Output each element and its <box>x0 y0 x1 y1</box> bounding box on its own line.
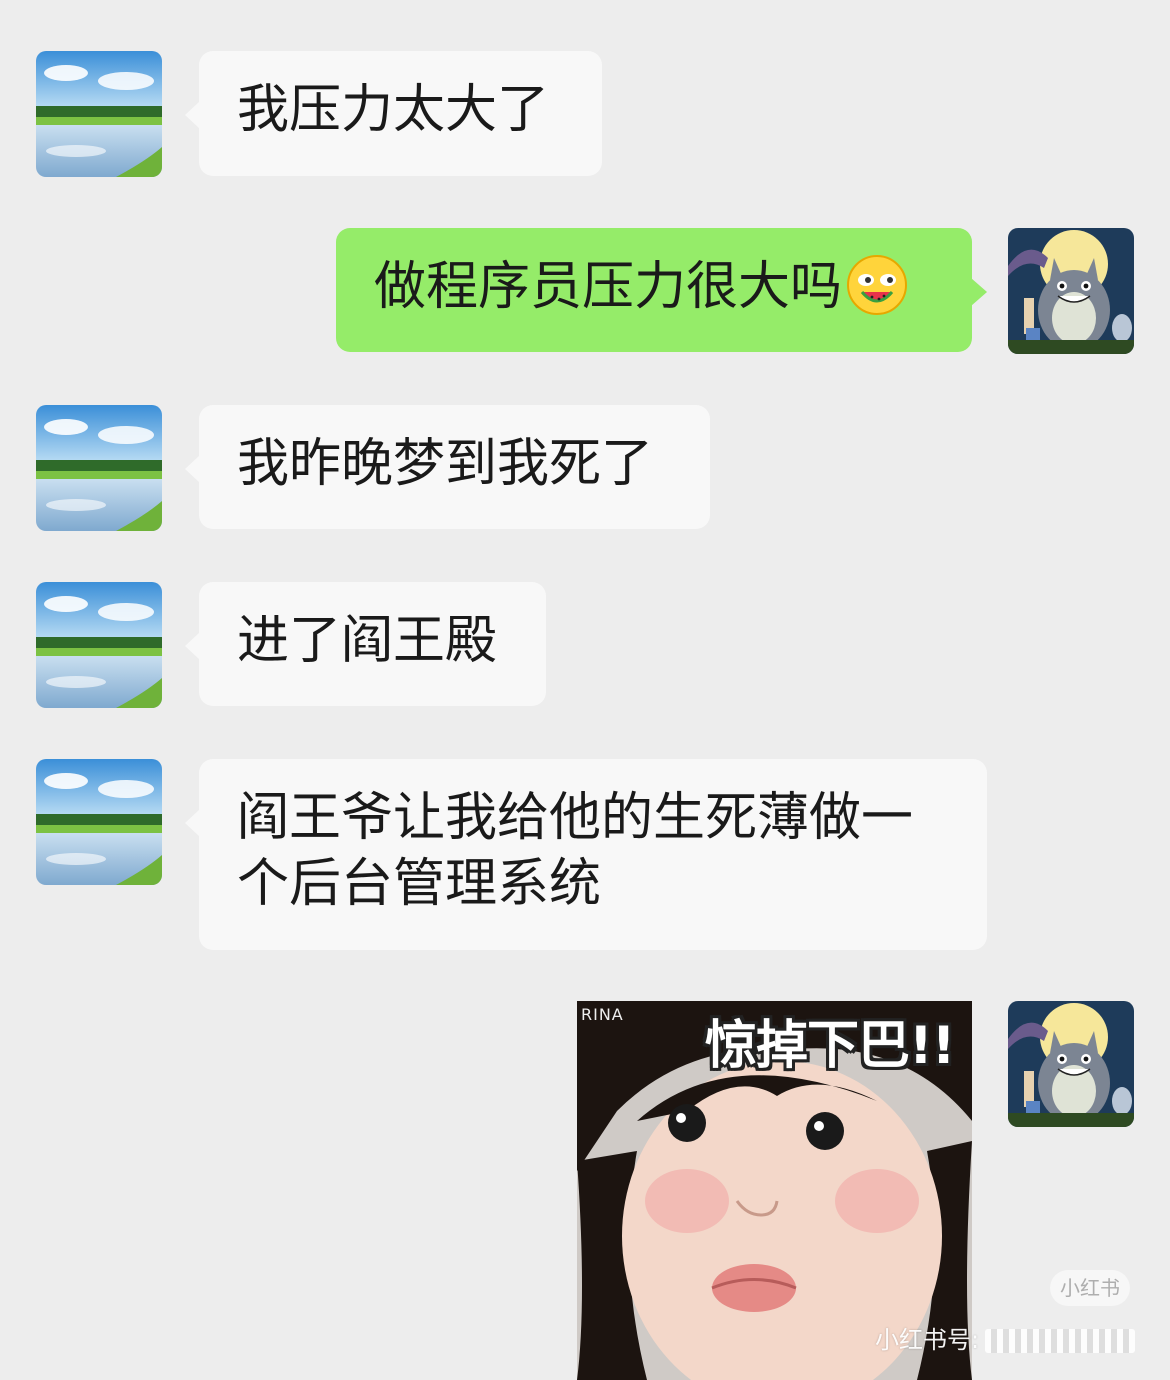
watermelon-eating-face-icon <box>847 255 908 315</box>
self-avatar[interactable] <box>1008 1001 1134 1127</box>
incoming-message-bubble[interactable]: 我昨晚梦到我死了 <box>185 405 710 529</box>
sticker-tag: RINA <box>581 1005 624 1024</box>
message-text: 进了阎王殿 <box>237 611 498 671</box>
sticker-caption: 惊掉下巴!! <box>705 1016 955 1076</box>
totoro-icon <box>1008 228 1134 354</box>
watermark-id-label: 小红书号: <box>875 1326 980 1354</box>
incoming-message-bubble[interactable]: 我压力太大了 <box>185 51 602 176</box>
totoro-icon <box>1008 1001 1134 1127</box>
message-text: 我昨晚梦到我死了 <box>237 434 654 494</box>
message-text: 阎王爷让我给他的生死薄做一个后台管理系统 <box>237 788 914 914</box>
incoming-message-bubble[interactable]: 进了阎王殿 <box>185 582 546 706</box>
watermark-id: 小红书号: <box>875 1320 1136 1355</box>
outgoing-message-bubble[interactable]: 做程序员压力很大吗 <box>336 228 987 352</box>
contact-avatar[interactable] <box>36 51 162 177</box>
xiaohongshu-logo: 小红书 <box>1050 1270 1130 1306</box>
message-text: 我压力太大了 <box>237 80 550 140</box>
message-text: 做程序员压力很大吗 <box>374 257 843 317</box>
contact-avatar[interactable] <box>36 759 162 885</box>
redacted-id <box>985 1329 1136 1353</box>
lake-landscape-icon <box>36 405 162 531</box>
incoming-message-bubble[interactable]: 阎王爷让我给他的生死薄做一个后台管理系统 <box>185 759 987 950</box>
contact-avatar[interactable] <box>36 582 162 708</box>
lake-landscape-icon <box>36 51 162 177</box>
self-avatar[interactable] <box>1008 228 1134 354</box>
contact-avatar[interactable] <box>36 405 162 531</box>
lake-landscape-icon <box>36 582 162 708</box>
lake-landscape-icon <box>36 759 162 885</box>
